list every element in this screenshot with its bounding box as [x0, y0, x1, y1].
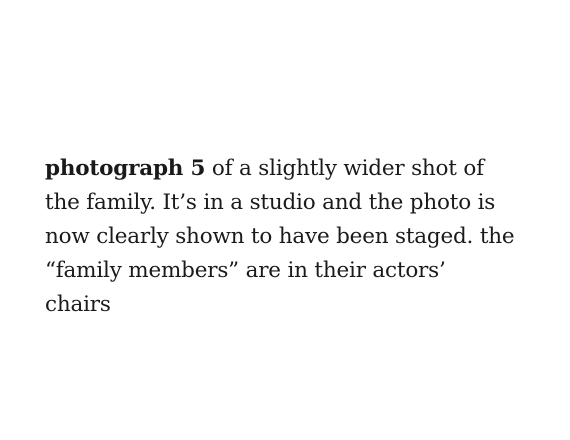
caption-lead: photograph 5 [45, 156, 206, 181]
caption-paragraph: photograph 5 of a slightly wider shot of… [45, 152, 515, 322]
